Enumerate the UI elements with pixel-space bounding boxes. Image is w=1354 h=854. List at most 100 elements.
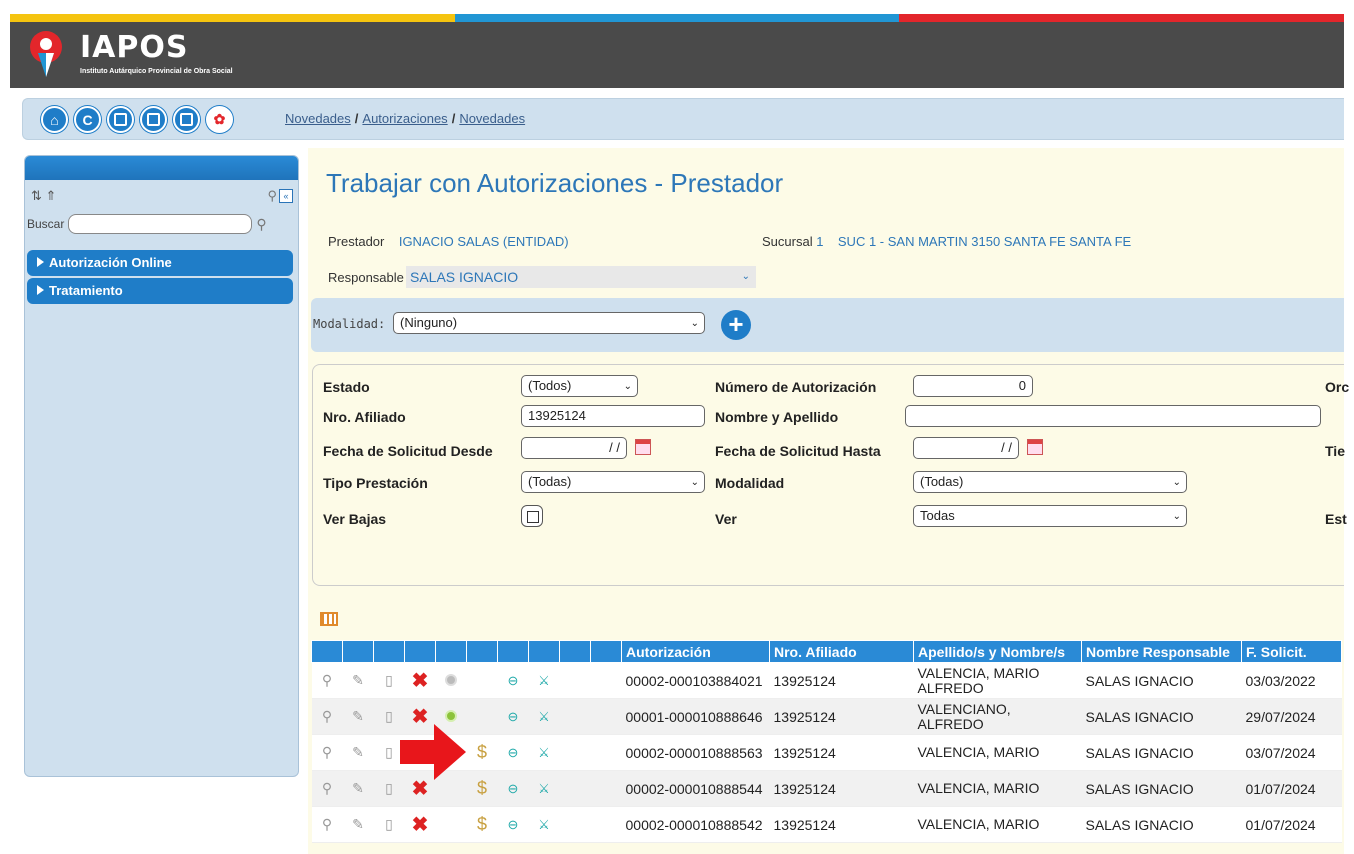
edit-icon[interactable]: ✎ — [352, 672, 364, 688]
menu-tratamiento[interactable]: Tratamiento — [27, 278, 293, 304]
cell-nombre: VALENCIANO, ALFREDO — [913, 698, 1082, 735]
modalidad-label: Modalidad: — [313, 317, 386, 331]
nombre-input[interactable] — [905, 405, 1321, 427]
print-icon[interactable]: ⊖ — [508, 817, 519, 832]
cell-autorizacion: 00002-000103884021 — [621, 662, 770, 699]
collapse-sidebar-icon[interactable]: « — [279, 189, 293, 203]
refresh-icon[interactable]: C — [74, 106, 101, 133]
tipo-select[interactable]: (Todas) ⌄ — [521, 471, 705, 493]
ver-select[interactable]: Todas ⌄ — [913, 505, 1187, 527]
ver-bajas-checkbox[interactable] — [521, 505, 543, 527]
view-icon[interactable]: ⚲ — [322, 780, 332, 796]
breadcrumb-item[interactable]: Novedades — [459, 111, 525, 126]
add-button[interactable]: + — [721, 310, 751, 340]
edit-icon[interactable]: ✎ — [352, 708, 364, 724]
print-icon[interactable]: ⊖ — [508, 781, 519, 796]
delete-icon[interactable]: ▯ — [385, 816, 393, 832]
cell-fecha: 01/07/2024 — [1241, 806, 1342, 843]
cell-autorizacion: 00002-000010888544 — [621, 770, 770, 807]
numero-input[interactable]: 0 — [913, 375, 1033, 397]
col-nombre[interactable]: Apellido/s y Nombre/s — [913, 640, 1082, 663]
cell-responsable: SALAS IGNACIO — [1081, 662, 1242, 699]
cell-afiliado: 13925124 — [769, 662, 914, 699]
col-autorizacion[interactable]: Autorización — [621, 640, 770, 663]
delete-icon[interactable]: ▯ — [385, 744, 393, 760]
col-fecha[interactable]: F. Solicit. — [1241, 640, 1342, 663]
estado-label: Estado — [323, 379, 370, 395]
view-icon[interactable]: ⚲ — [322, 708, 332, 724]
print-icon[interactable]: ⊖ — [508, 673, 519, 688]
window-icon[interactable] — [173, 106, 200, 133]
print-icon[interactable]: ⊖ — [508, 745, 519, 760]
hasta-date-input[interactable]: / / — [913, 437, 1019, 459]
edit-icon[interactable]: ✎ — [352, 780, 364, 796]
mail-icon[interactable]: ⚔ — [538, 817, 550, 832]
delete-icon[interactable]: ▯ — [385, 780, 393, 796]
table-row[interactable]: ⚲ ✎ ▯ ✖ ⊖ ⚔ 00002-000103884021 13925124 VALENCIA… — [311, 662, 1342, 699]
afiliado-input[interactable]: 13925124 — [521, 405, 705, 427]
estado-select[interactable]: (Todos) ⌄ — [521, 375, 638, 397]
sidebar-search-input[interactable] — [68, 214, 253, 234]
table-row[interactable]: ⚲ ✎ ▯ ✖ $ ⊖ ⚔ 00002-000010888542 13925124 VALENCI… — [311, 806, 1342, 843]
modalidad-select[interactable]: (Ninguno) ⌄ — [393, 312, 705, 334]
nav-bar: ⌂ C ✿ Novedades / Autorizaciones / Novedades — [22, 98, 1344, 140]
zoom-icon[interactable]: ⚲ — [267, 188, 277, 204]
cell-fecha: 29/07/2024 — [1241, 698, 1342, 735]
ver-label: Ver — [715, 511, 737, 527]
cell-nombre: VALENCIA, MARIO ALFREDO — [913, 662, 1082, 699]
calendar-icon[interactable] — [1027, 439, 1043, 455]
mail-icon[interactable]: ⚔ — [538, 709, 550, 724]
color-icon[interactable]: ✿ — [206, 106, 233, 133]
print-icon[interactable]: ⊖ — [508, 709, 519, 724]
cell-responsable: SALAS IGNACIO — [1081, 698, 1242, 735]
cancel-icon[interactable]: ✖ — [412, 814, 429, 836]
breadcrumb-item[interactable]: Autorizaciones — [362, 111, 447, 126]
delete-icon[interactable]: ▯ — [385, 708, 393, 724]
responsable-select[interactable]: SALAS IGNACIO ⌄ — [406, 266, 756, 288]
grid-icon[interactable] — [140, 106, 167, 133]
chevron-down-icon: ⌄ — [741, 271, 750, 282]
view-icon[interactable]: ⚲ — [322, 744, 332, 760]
cell-fecha: 01/07/2024 — [1241, 770, 1342, 807]
mail-icon[interactable]: ⚔ — [538, 673, 550, 688]
view-icon[interactable]: ⚲ — [322, 816, 332, 832]
table-row[interactable]: ⚲ ✎ ▯ ✖ ⊖ ⚔ 00001-000010888646 13925124 VALENCIA… — [311, 698, 1342, 735]
cell-nombre: VALENCIA, MARIO — [913, 806, 1082, 843]
filter-modalidad-select[interactable]: (Todas) ⌄ — [913, 471, 1187, 493]
calendar-icon[interactable] — [635, 439, 651, 455]
menu-autorizacion-online[interactable]: Autorización Online — [27, 250, 293, 276]
dollar-icon[interactable]: $ — [477, 814, 487, 834]
dollar-icon[interactable]: $ — [477, 778, 487, 798]
chevron-down-icon: ⌄ — [1172, 511, 1181, 522]
orden-label: Orc — [1325, 379, 1350, 395]
hasta-label: Fecha de Solicitud Hasta — [715, 443, 881, 459]
dollar-icon[interactable]: $ — [477, 742, 487, 762]
iapos-logo[interactable]: IAPOS Instituto Autárquico Provincial de… — [18, 24, 278, 84]
sidebar-header — [25, 156, 298, 180]
home-icon[interactable]: ⌂ — [41, 106, 68, 133]
mail-icon[interactable]: ⚔ — [538, 781, 550, 796]
list-icon[interactable] — [107, 106, 134, 133]
cell-nombre: VALENCIA, MARIO — [913, 770, 1082, 807]
edit-icon[interactable]: ✎ — [352, 744, 364, 760]
col-afiliado[interactable]: Nro. Afiliado — [769, 640, 914, 663]
table-row[interactable]: ⚲✎▯✖$⊖⚔00002-00001088856313925124VALENCI… — [311, 734, 1342, 771]
view-icon[interactable]: ⚲ — [322, 672, 332, 688]
search-icon[interactable]: ⚲ — [256, 216, 266, 233]
delete-icon[interactable]: ▯ — [385, 672, 393, 688]
desde-date-input[interactable]: / / — [521, 437, 627, 459]
table-row[interactable]: ⚲ ✎ ▯ ✖ $ ⊖ ⚔ 00002-000010888544 13925124 VALENCI… — [311, 770, 1342, 807]
desde-label: Fecha de Solicitud Desde — [323, 443, 493, 459]
breadcrumb-item[interactable]: Novedades — [285, 111, 351, 126]
chevron-down-icon: ⌄ — [1172, 477, 1181, 488]
tree-expand-icon[interactable]: ⇅ ⇑ — [31, 188, 56, 204]
cancel-icon[interactable]: ✖ — [412, 670, 429, 692]
columns-icon[interactable] — [320, 612, 338, 626]
cancel-icon[interactable]: ✖ — [412, 778, 429, 800]
mail-icon[interactable]: ⚔ — [538, 745, 550, 760]
triangle-right-icon — [37, 285, 44, 295]
logo-mark-icon — [30, 31, 62, 77]
edit-icon[interactable]: ✎ — [352, 816, 364, 832]
col-responsable[interactable]: Nombre Responsable — [1081, 640, 1242, 663]
cell-afiliado: 13925124 — [769, 734, 914, 771]
